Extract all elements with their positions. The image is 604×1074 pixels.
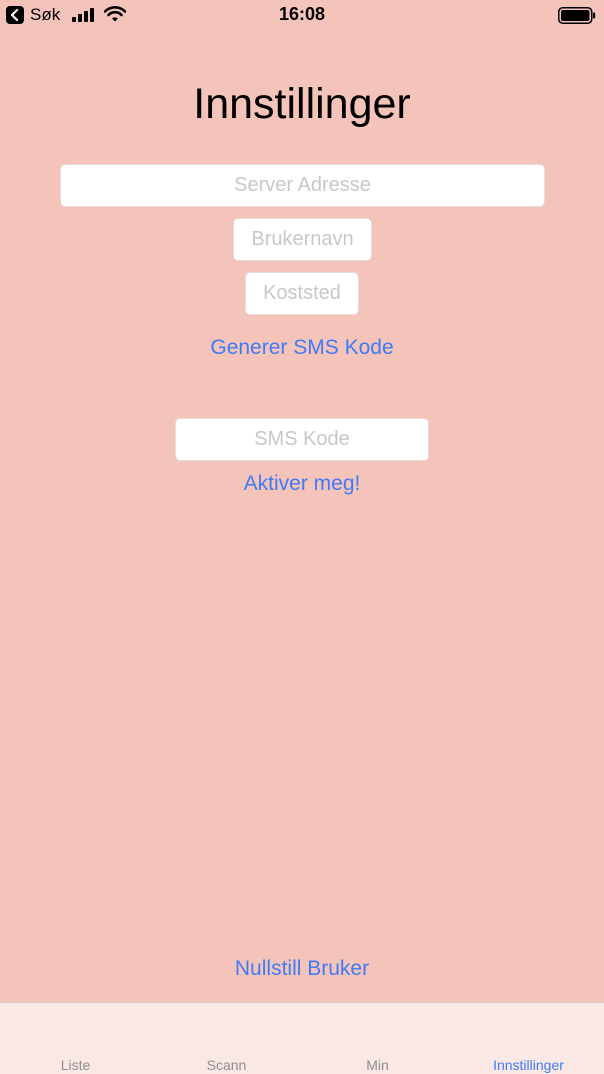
tab-label: Min [366,1057,389,1073]
status-time: 16:08 [278,4,326,24]
reset-user-button[interactable]: Nullstill Bruker [0,957,604,981]
username-input[interactable] [233,218,372,261]
status-bar: Søk 16:08 [0,0,604,30]
tab-liste[interactable]: Liste [0,1003,151,1074]
server-address-input[interactable] [60,164,545,207]
sms-code-input[interactable] [175,418,429,461]
cost-center-input[interactable] [245,272,359,315]
tab-bar: Liste Scann Min Innstillinger [0,1002,604,1074]
battery-icon [558,7,596,24]
tab-label: Scann [206,1057,247,1073]
activate-button[interactable]: Aktiver meg! [0,472,604,496]
tab-scann[interactable]: Scann [151,1003,302,1074]
tab-label: Liste [60,1057,91,1073]
tab-innstillinger[interactable]: Innstillinger [453,1003,604,1074]
generate-sms-code-button[interactable]: Generer SMS Kode [0,336,604,360]
page-title: Innstillinger [193,80,411,128]
tab-min[interactable]: Min [302,1003,453,1074]
tab-label: Innstillinger [493,1057,564,1073]
